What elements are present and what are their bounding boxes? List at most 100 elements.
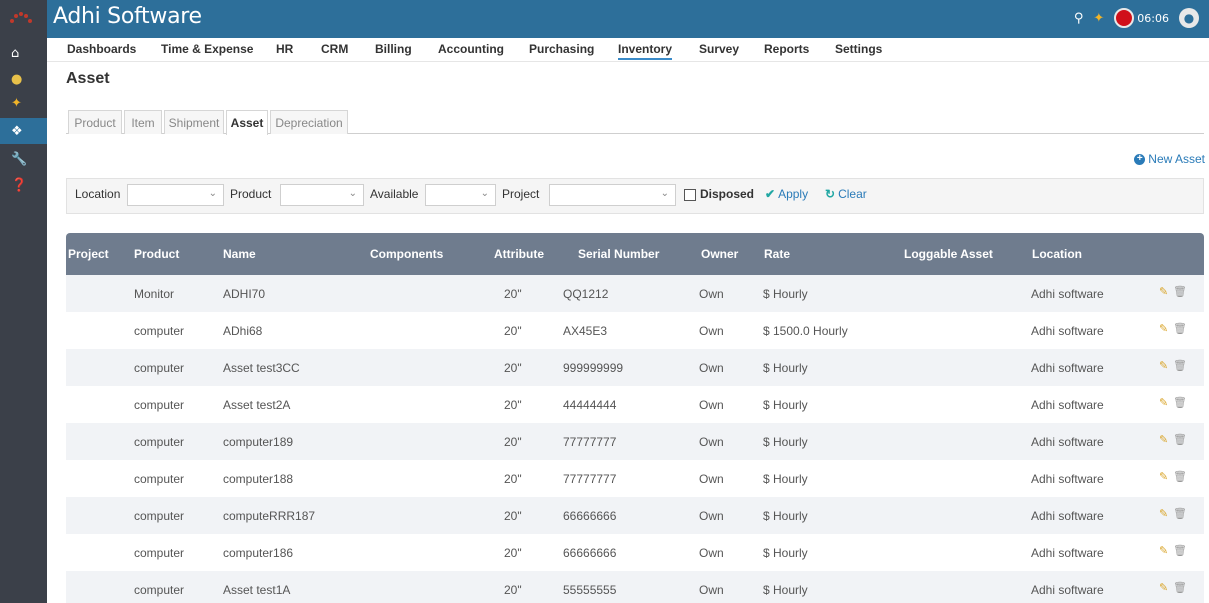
table-row[interactable]: computer ADhi68 20" AX45E3 Own $ 1500.0 … xyxy=(66,312,1204,349)
inventory-icon[interactable]: ❖ xyxy=(0,118,47,144)
cell-location: Adhi software xyxy=(1031,361,1104,375)
clear-button[interactable]: ↻ Clear xyxy=(825,187,867,201)
col-loggable-asset[interactable]: Loggable Asset xyxy=(904,247,993,261)
nav-inventory[interactable]: Inventory xyxy=(618,42,673,60)
available-select[interactable]: ⌄ xyxy=(425,184,496,206)
nav-dashboards[interactable]: Dashboards xyxy=(67,42,136,56)
disposed-checkbox[interactable] xyxy=(684,189,696,201)
cell-rate: $ Hourly xyxy=(763,398,808,412)
col-serial-number[interactable]: Serial Number xyxy=(578,247,659,261)
location-select[interactable]: ⌄ xyxy=(127,184,224,206)
project-select[interactable]: ⌄ xyxy=(549,184,676,206)
wrench-icon[interactable]: 🔧 xyxy=(0,146,47,172)
cell-attribute: 20" xyxy=(504,287,522,301)
edit-pencil-icon[interactable]: ✎ xyxy=(1159,359,1168,372)
cell-rate: $ Hourly xyxy=(763,472,808,486)
app-title: Adhi Software xyxy=(53,4,202,29)
cell-serial-number: 77777777 xyxy=(563,472,617,486)
edit-pencil-icon[interactable]: ✎ xyxy=(1159,581,1168,594)
cell-name: Asset test2A xyxy=(223,398,291,412)
edit-pencil-icon[interactable]: ✎ xyxy=(1159,433,1168,446)
home-icon[interactable]: ⌂ xyxy=(0,40,47,66)
edit-pencil-icon[interactable]: ✎ xyxy=(1159,470,1168,483)
search-icon[interactable]: ⚲ xyxy=(1074,11,1084,26)
nav-settings[interactable]: Settings xyxy=(835,42,882,56)
tab-asset[interactable]: Asset xyxy=(226,110,268,135)
cell-rate: $ 1500.0 Hourly xyxy=(763,324,848,338)
table-row[interactable]: computer computer186 20" 66666666 Own $ … xyxy=(66,534,1204,571)
col-components[interactable]: Components xyxy=(370,247,443,261)
delete-trash-icon[interactable]: 🗑 xyxy=(1173,322,1187,335)
timer-widget[interactable]: 06:06 xyxy=(1114,8,1169,28)
cell-location: Adhi software xyxy=(1031,435,1104,449)
cell-owner: Own xyxy=(699,287,724,301)
delete-trash-icon[interactable]: 🗑 xyxy=(1173,359,1187,372)
help-icon[interactable]: ❓ xyxy=(0,172,47,198)
cell-owner: Own xyxy=(699,509,724,523)
cell-owner: Own xyxy=(699,398,724,412)
tab-shipment[interactable]: Shipment xyxy=(164,110,224,134)
delete-trash-icon[interactable]: 🗑 xyxy=(1173,544,1187,557)
cell-name: Asset test3CC xyxy=(223,361,300,375)
nav-survey[interactable]: Survey xyxy=(699,42,739,56)
nav-billing[interactable]: Billing xyxy=(375,42,412,56)
app-logo-icon xyxy=(10,12,32,23)
table-row[interactable]: computer Asset test2A 20" 44444444 Own $… xyxy=(66,386,1204,423)
nav-purchasing[interactable]: Purchasing xyxy=(529,42,594,56)
edit-pencil-icon[interactable]: ✎ xyxy=(1159,285,1168,298)
col-location[interactable]: Location xyxy=(1032,247,1082,261)
cell-owner: Own xyxy=(699,583,724,597)
nav-hr[interactable]: HR xyxy=(276,42,293,56)
col-product[interactable]: Product xyxy=(134,247,179,261)
delete-trash-icon[interactable]: 🗑 xyxy=(1173,396,1187,409)
product-select[interactable]: ⌄ xyxy=(280,184,364,206)
tab-item[interactable]: Item xyxy=(124,110,162,134)
edit-pencil-icon[interactable]: ✎ xyxy=(1159,396,1168,409)
cell-product: computer xyxy=(134,435,185,449)
user-icon[interactable]: ● xyxy=(0,66,47,92)
avatar[interactable]: ● xyxy=(1179,8,1199,28)
disposed-label: Disposed xyxy=(700,187,755,201)
project-label: Project xyxy=(502,187,540,201)
table-row[interactable]: computer Asset test3CC 20" 999999999 Own… xyxy=(66,349,1204,386)
new-asset-button[interactable]: + New Asset xyxy=(1134,152,1205,166)
delete-trash-icon[interactable]: 🗑 xyxy=(1173,433,1187,446)
table-row[interactable]: computer computer188 20" 77777777 Own $ … xyxy=(66,460,1204,497)
delete-trash-icon[interactable]: 🗑 xyxy=(1173,285,1187,298)
table-row[interactable]: computer computer189 20" 77777777 Own $ … xyxy=(66,423,1204,460)
tab-depreciation[interactable]: Depreciation xyxy=(270,110,348,134)
nav-time-expense[interactable]: Time & Expense xyxy=(161,42,253,56)
apps-icon[interactable]: ✦ xyxy=(0,90,47,116)
cell-product: computer xyxy=(134,324,185,338)
col-name[interactable]: Name xyxy=(223,247,256,261)
nav-crm[interactable]: CRM xyxy=(321,42,348,56)
edit-pencil-icon[interactable]: ✎ xyxy=(1159,322,1168,335)
cell-name: Asset test1A xyxy=(223,583,291,597)
nav-reports[interactable]: Reports xyxy=(764,42,809,56)
table-header: Project Product Name Components Attribut… xyxy=(66,233,1204,275)
delete-trash-icon[interactable]: 🗑 xyxy=(1173,470,1187,483)
edit-pencil-icon[interactable]: ✎ xyxy=(1159,544,1168,557)
delete-trash-icon[interactable]: 🗑 xyxy=(1173,507,1187,520)
main-nav: Dashboards Time & Expense HR CRM Billing… xyxy=(47,38,1209,62)
cell-rate: $ Hourly xyxy=(763,509,808,523)
col-project[interactable]: Project xyxy=(68,247,109,261)
col-owner[interactable]: Owner xyxy=(701,247,738,261)
table-row[interactable]: Monitor ADHI70 20" QQ1212 Own $ Hourly A… xyxy=(66,275,1204,312)
tab-product[interactable]: Product xyxy=(68,110,122,134)
col-attribute[interactable]: Attribute xyxy=(494,247,544,261)
top-right-controls: ⚲ ✦ 06:06 ● xyxy=(1074,8,1199,28)
top-bar: Adhi Software ⚲ ✦ 06:06 ● xyxy=(47,0,1209,38)
table-row[interactable]: computer computeRRR187 20" 66666666 Own … xyxy=(66,497,1204,534)
cell-attribute: 20" xyxy=(504,361,522,375)
col-rate[interactable]: Rate xyxy=(764,247,790,261)
cell-attribute: 20" xyxy=(504,435,522,449)
delete-trash-icon[interactable]: 🗑 xyxy=(1173,581,1187,594)
cell-product: computer xyxy=(134,509,185,523)
nav-accounting[interactable]: Accounting xyxy=(438,42,504,56)
apps-switcher-icon[interactable]: ✦ xyxy=(1093,11,1104,26)
cell-serial-number: 999999999 xyxy=(563,361,624,375)
table-row[interactable]: computer Asset test1A 20" 55555555 Own $… xyxy=(66,571,1204,603)
apply-button[interactable]: ✔ Apply xyxy=(765,187,808,201)
edit-pencil-icon[interactable]: ✎ xyxy=(1159,507,1168,520)
